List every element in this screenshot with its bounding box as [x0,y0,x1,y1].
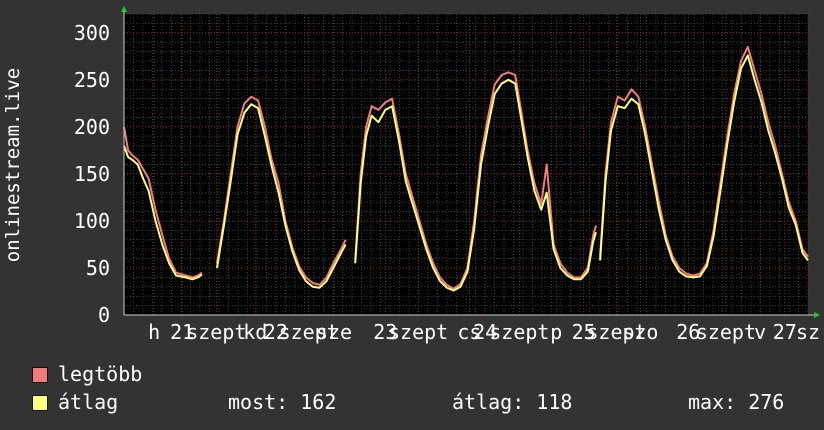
y-tick-label: 0 [98,303,110,327]
x-tick-label: szept [388,320,448,344]
y-axis-label: onlinestream.live [2,68,24,262]
legend-swatch-atlag [32,395,48,411]
legend-swatch-legtobb [32,367,48,383]
y-tick-label: 100 [74,209,110,233]
y-tick-label: 150 [74,162,110,186]
y-axis-arrow [121,6,127,12]
x-tick-label: sz [796,320,820,344]
stat-max: max: 276 [688,390,785,414]
x-tick-label: szept [186,320,246,344]
legend-item-legtobb: legtöbb [32,362,142,386]
x-tick-label: p [550,320,562,344]
legend: legtöbb átlag most: 162 átlag: 118 max: … [0,360,824,430]
y-tick-label: 250 [74,68,110,92]
x-tick-label: szo [622,320,658,344]
stat-atlag: átlag: 118 [452,390,573,414]
y-tick-label: 300 [74,21,110,45]
stat-most: most: 162 [228,390,337,414]
y-tick-label: 200 [74,115,110,139]
x-tick-label: szept [696,320,756,344]
x-tick-label: szept [489,320,549,344]
legend-item-atlag: átlag [32,390,118,414]
x-tick-label: v [754,320,766,344]
legend-label-atlag: átlag [58,390,119,414]
x-tick-label: 27 [773,320,797,344]
x-tick-label: h [148,320,160,344]
x-tick-label: sze [316,320,352,344]
chart-svg: 050100150200250300onlinestream.liveh 21sz… [2,6,820,344]
y-tick-label: 50 [86,256,110,280]
legend-label-legtobb: legtöbb [58,362,143,386]
x-axis-arrow [814,312,820,318]
